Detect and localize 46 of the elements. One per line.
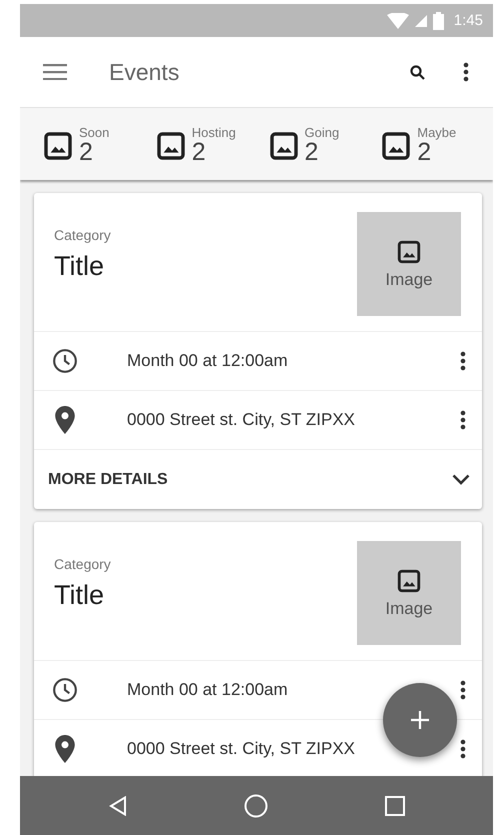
event-time: Month 00 at 12:00am bbox=[127, 351, 288, 371]
event-address: 0000 Street st. City, ST ZIPXX bbox=[127, 739, 356, 759]
event-category: Category bbox=[54, 556, 112, 572]
clock-icon bbox=[52, 348, 78, 374]
more-icon[interactable] bbox=[460, 739, 466, 759]
image-icon bbox=[380, 130, 412, 162]
search-icon[interactable] bbox=[410, 64, 425, 80]
image-icon bbox=[42, 130, 74, 162]
tab-count: 2 bbox=[417, 140, 432, 164]
more-icon[interactable] bbox=[460, 680, 466, 700]
tab-label[interactable]: Soon bbox=[79, 124, 110, 140]
screen-title: Events bbox=[109, 58, 180, 86]
status-time: 1:45 bbox=[454, 12, 483, 29]
signal-icon bbox=[414, 14, 427, 26]
event-category: Category bbox=[54, 227, 112, 243]
tab-count: 2 bbox=[304, 140, 318, 164]
tab-label[interactable]: Going bbox=[304, 124, 340, 140]
image-icon bbox=[268, 130, 300, 162]
more-icon[interactable] bbox=[460, 410, 466, 430]
more-icon[interactable] bbox=[460, 351, 466, 371]
event-address: 0000 Street st. City, ST ZIPXX bbox=[127, 410, 356, 430]
back-icon[interactable] bbox=[108, 796, 126, 816]
home-icon[interactable] bbox=[244, 794, 268, 818]
image-label: Image bbox=[385, 598, 433, 618]
tab-count: 2 bbox=[192, 140, 206, 164]
recents-icon[interactable] bbox=[384, 796, 404, 816]
more-details-button[interactable]: MORE DETAILS bbox=[34, 450, 482, 509]
plus-icon bbox=[410, 710, 430, 730]
tab-label[interactable]: Maybe bbox=[417, 124, 456, 140]
battery-icon bbox=[432, 12, 444, 30]
tab-count: 2 bbox=[79, 140, 94, 164]
event-title: Title bbox=[54, 580, 106, 611]
more-icon[interactable] bbox=[463, 62, 469, 82]
location-pin-icon bbox=[54, 406, 74, 434]
image-icon bbox=[396, 568, 422, 594]
menu-icon[interactable] bbox=[43, 64, 67, 80]
image-label: Image bbox=[385, 270, 433, 290]
clock-icon bbox=[52, 677, 78, 703]
event-title: Title bbox=[54, 251, 106, 282]
image-icon bbox=[154, 130, 187, 162]
wifi-icon bbox=[386, 12, 409, 28]
event-time: Month 00 at 12:00am bbox=[127, 680, 288, 700]
chevron-down-icon bbox=[452, 474, 470, 485]
tab-label[interactable]: Hosting bbox=[192, 124, 236, 140]
location-pin-icon bbox=[54, 735, 74, 763]
image-icon bbox=[396, 238, 422, 264]
